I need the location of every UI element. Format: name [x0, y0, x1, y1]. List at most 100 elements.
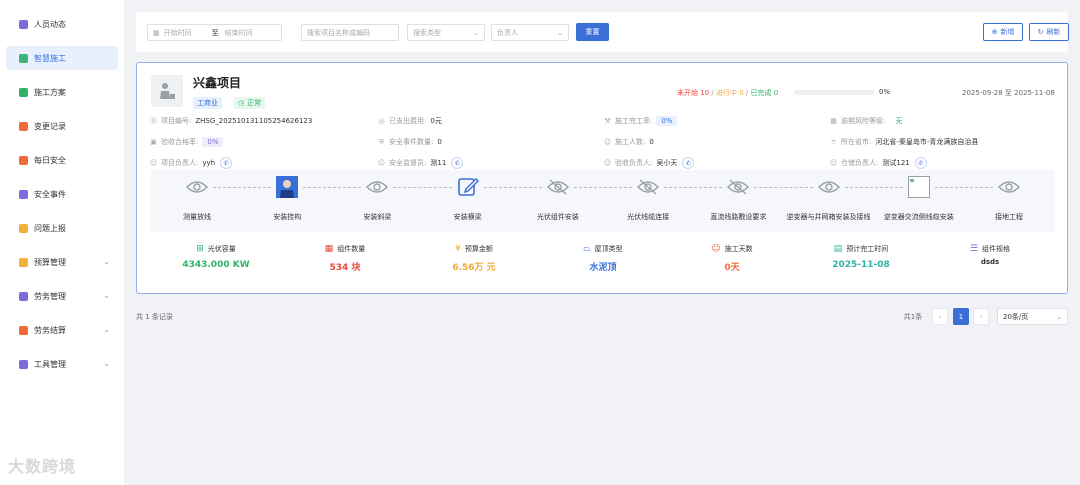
stat-label: 预算金额: [464, 245, 493, 253]
add-button[interactable]: ⊕ 新增: [983, 23, 1023, 41]
step-7[interactable]: 逆变器与并网箱安装及接线: [783, 170, 875, 232]
phone-icon[interactable]: ✆: [682, 157, 695, 169]
owner-select[interactable]: 负责人 ⌄: [491, 24, 569, 41]
step-3[interactable]: 安装横梁: [422, 170, 514, 232]
sidebar-item-7[interactable]: 预算管理 ⌄: [6, 250, 118, 274]
clock-icon: ◷: [238, 99, 245, 107]
chevron-down-icon: ⌄: [103, 257, 110, 266]
sidebar-item-label: 问题上报: [34, 223, 66, 233]
days-icon: ☺: [711, 244, 721, 254]
project-status-tag: ◷ 正常: [234, 97, 266, 109]
province-city-value: 河北省-秦皇岛市-青龙满族自治县: [875, 138, 979, 146]
acceptance-rate-label: 验收合格率:: [161, 138, 199, 146]
project-card[interactable]: 兴鑫项目 工商业 ◷ 正常 未开始 10 / 进行中 0 / 已完成 0 0% …: [136, 62, 1068, 294]
project-avatar: [151, 75, 183, 107]
project-code: ⓪ 项目编号: ZHSG_20251013110525462612​3: [149, 116, 312, 126]
chevron-down-icon: ⌄: [1056, 312, 1062, 321]
step-label: 直流线路敷设要求: [710, 213, 767, 221]
stat-value: dsds: [980, 258, 1000, 266]
sidebar-item-5[interactable]: 安全事件: [6, 182, 118, 206]
prev-page-button[interactable]: ‹: [932, 308, 948, 325]
step-label: 安装挂构: [273, 213, 302, 221]
step-8[interactable]: 逆变器交流侧线缆安装: [873, 170, 965, 232]
reset-button[interactable]: 重置: [576, 23, 609, 41]
progress-bar: [794, 90, 874, 95]
project-type-tag: 工商业: [193, 97, 222, 109]
sidebar-item-label: 施工方案: [34, 87, 66, 97]
eye-off-icon: [637, 176, 660, 198]
project-owner: ☺ 项目负责人: yyh ✆: [149, 157, 233, 169]
phone-icon[interactable]: ✆: [914, 157, 927, 169]
spec-icon: ☰: [969, 244, 979, 254]
step-1[interactable]: 安装挂构: [241, 170, 333, 232]
sidebar-item-2[interactable]: 施工方案: [6, 80, 118, 104]
stat-label: 预计完工时间: [846, 245, 889, 253]
project-search-input[interactable]: 搜索项目名称或编码: [301, 24, 399, 41]
step-0[interactable]: 测量放线: [151, 170, 243, 232]
acceptance-rate-value: 0%: [202, 137, 224, 147]
step-5[interactable]: 光伏线缆连接: [602, 170, 694, 232]
acceptance-owner-value: 吴小天: [656, 159, 678, 167]
stat-3: ⏢ 屋顶类型 水泥顶: [548, 243, 658, 273]
step-label: 逆变器交流侧线缆安装: [883, 213, 954, 221]
type-select[interactable]: 搜索类型 ⌄: [407, 24, 485, 41]
chevron-right-icon: ›: [979, 312, 983, 321]
refresh-button[interactable]: ↻ 刷新: [1029, 23, 1069, 41]
plus-circle-icon: ⊕: [991, 28, 998, 36]
stat-label: 组件数量: [337, 245, 366, 253]
date-range-input[interactable]: ▦ 开始时间 至 结束时间: [147, 24, 282, 41]
chevron-down-icon: ⌄: [103, 291, 110, 300]
project-owner-value: yyh: [202, 159, 216, 167]
sidebar-item-1[interactable]: 智慧施工: [6, 46, 118, 70]
calendar-small-icon: ▦: [830, 117, 837, 125]
sidebar-item-label: 变更记录: [34, 121, 66, 131]
stat-value: 4343.000 KW: [182, 260, 250, 270]
stat-label: 施工天数: [724, 245, 753, 253]
next-page-button[interactable]: ›: [973, 308, 989, 325]
sidebar-item-8[interactable]: 劳务管理 ⌄: [6, 284, 118, 308]
stat-6: ☰ 组件规格 dsds: [935, 243, 1045, 266]
step-4[interactable]: 光伏组件安装: [512, 170, 604, 232]
pager-total: 共1条: [903, 312, 923, 321]
phone-icon[interactable]: ✆: [220, 157, 233, 169]
stat-value: 0天: [724, 263, 740, 273]
chevron-left-icon: ‹: [938, 312, 942, 321]
completion-rate-label: 施工完工率:: [615, 117, 653, 125]
step-2[interactable]: 安装斜梁: [331, 170, 423, 232]
people-icon: [18, 19, 28, 29]
phone-icon[interactable]: ✆: [451, 157, 464, 169]
sidebar-item-label: 安全事件: [34, 189, 66, 199]
location-icon: ⌾: [831, 137, 836, 146]
sidebar-item-6[interactable]: 问题上报: [6, 216, 118, 240]
sidebar-item-label: 人员动态: [34, 19, 66, 29]
step-6[interactable]: 直流线路敷设要求: [692, 170, 784, 232]
sidebar-item-0[interactable]: 人员动态: [6, 12, 118, 36]
chevron-down-icon: ⌄: [103, 359, 110, 368]
province-city: ⌾ 所在省市: 河北省-秦皇岛市-青龙满族自治县: [829, 137, 978, 147]
page-size-select[interactable]: 20条/页 ⌄: [997, 308, 1068, 325]
step-label: 光伏组件安装: [536, 213, 579, 221]
stat-value: 534 块: [329, 263, 361, 273]
sidebar-item-10[interactable]: 工具管理 ⌄: [6, 352, 118, 376]
worker-count: ☺ 施工人数: 0: [603, 137, 654, 147]
refresh-icon: ↻: [1037, 28, 1044, 36]
start-date-placeholder: 开始时间: [163, 28, 192, 37]
eye-icon: [998, 176, 1020, 198]
safety-events-value: 0: [437, 138, 442, 146]
safety-events: ⛨ 安全事件数量: 0: [377, 137, 442, 147]
project-owner-label: 项目负责人:: [161, 159, 199, 167]
step-label: 安装横梁: [453, 213, 482, 221]
sidebar-item-9[interactable]: 劳务结算 ⌄: [6, 318, 118, 342]
acceptance-owner: ☺ 验收负责人: 吴小天 ✆: [603, 157, 695, 169]
page-1-button[interactable]: 1: [953, 308, 969, 325]
worker-icon: [160, 83, 175, 99]
person-check-icon: ☺: [603, 159, 612, 167]
stat-label: 屋顶类型: [594, 245, 623, 253]
sidebar-item-4[interactable]: 每日安全: [6, 148, 118, 172]
step-9[interactable]: 接地工程: [963, 170, 1055, 232]
warehouse-owner-label: 仓储负责人:: [841, 159, 879, 167]
sidebar-item-label: 劳务结算: [34, 325, 66, 335]
stat-value: 6.56万 元: [452, 263, 496, 273]
sidebar-item-3[interactable]: 变更记录: [6, 114, 118, 138]
eye-off-icon: [727, 176, 750, 198]
